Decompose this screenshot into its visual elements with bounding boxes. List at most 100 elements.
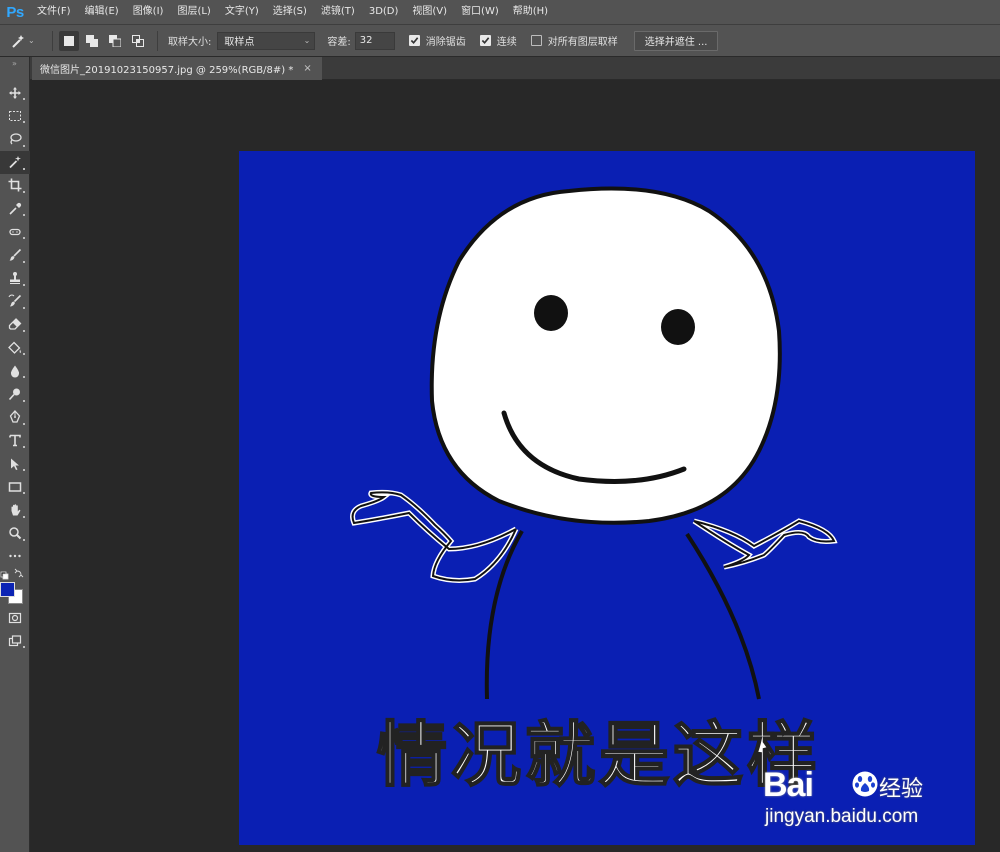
crop-tool-icon [8,178,22,192]
add-selection-icon [86,34,98,47]
subtract-from-selection-button[interactable] [105,31,125,51]
sample-size-value: 取样点 [224,37,255,48]
foreground-color-swatch[interactable] [0,581,15,597]
subtract-selection-icon [109,34,121,47]
document-tab[interactable]: 微信图片_20191023150957.jpg @ 259%(RGB/8#) *… [32,57,322,80]
eraser-tool-icon [8,318,22,331]
menu-image[interactable]: 图像(I) [126,0,171,24]
separator [157,30,158,51]
default-colors-icon[interactable] [0,568,30,580]
blur-tool[interactable] [0,359,30,382]
tool-preset-picker[interactable]: ⌄ [10,33,46,49]
clone-stamp-tool[interactable] [0,267,30,290]
magic-wand-tool-icon [9,156,21,169]
baidu-paw-icon [852,771,878,797]
pen-tool-icon [9,410,21,423]
healing-brush-tool-icon [9,228,21,235]
document-tab-title: 微信图片_20191023150957.jpg @ 259%(RGB/8#) * [40,65,294,76]
dodge-tool[interactable] [0,382,30,405]
menu-window[interactable]: 窗口(W) [454,0,506,24]
contiguous-checkbox[interactable] [479,35,491,46]
add-to-selection-button[interactable] [82,31,102,51]
menu-edit[interactable]: 编辑(E) [78,0,126,24]
move-tool[interactable] [0,81,30,104]
jingyan-text: 经验 [879,777,924,802]
face [429,186,782,525]
lasso-tool[interactable] [0,127,30,150]
menu-bar: Ps 文件(F) 编辑(E) 图像(I) 图层(L) 文字(Y) 选择(S) 滤… [0,0,1000,24]
quick-mask-button[interactable] [0,606,30,629]
blur-tool-icon [10,365,20,378]
intersect-selection-icon [132,34,144,47]
crop-tool[interactable] [0,174,30,197]
document-tab-bar: 微信图片_20191023150957.jpg @ 259%(RGB/8#) *… [30,57,1000,80]
left-body-line [484,529,524,700]
magic-wand-tool[interactable] [0,150,30,174]
right-eye [661,309,695,345]
sample-all-layers-label: 对所有图层取样 [547,37,618,48]
rectangle-tool[interactable] [0,475,30,498]
tolerance-input[interactable]: 32 [354,31,395,50]
path-selection-tool[interactable] [0,452,30,475]
eyedropper-tool[interactable] [0,197,30,220]
magic-wand-icon [12,34,24,48]
marquee-tool[interactable] [0,104,30,127]
select-and-mask-button[interactable]: 选择并遮住 ... [633,30,719,51]
chevron-down-icon: ⌄ [303,36,311,45]
antialias-label: 消除锯齿 [425,37,466,48]
chevron-down-icon: ⌄ [28,36,35,45]
menu-view[interactable]: 视图(V) [405,0,454,24]
eraser-tool[interactable] [0,313,30,336]
new-selection-icon [64,35,74,46]
brush-tool[interactable] [0,243,30,266]
document-canvas[interactable]: 情况就是这样 [239,151,975,845]
options-bar: ⌄ 取样大小: 取样点 ⌄ 容差: 32 消除锯齿 连续 对所有图层取样 选择并… [0,24,1000,57]
left-arm-outline [351,491,517,582]
intersect-selection-button[interactable] [128,31,148,51]
close-icon[interactable]: × [303,63,311,74]
sample-size-dropdown[interactable]: 取样点 ⌄ [217,31,316,50]
panel-collapse-icon[interactable]: » [0,57,29,81]
type-tool-icon [9,435,21,447]
history-brush-tool-icon [8,294,22,307]
clone-stamp-tool-icon [10,272,20,285]
menu-type[interactable]: 文字(Y) [218,0,266,24]
baidu-jingyan-watermark: Bai 经验 jingyan.baidu.com [763,766,1000,832]
menu-select[interactable]: 选择(S) [266,0,314,24]
menu-layer[interactable]: 图层(L) [170,0,217,24]
checkmark-icon [410,37,419,44]
lasso-tool-icon [10,133,22,145]
menu-help[interactable]: 帮助(H) [506,0,555,24]
path-selection-tool-icon [11,458,19,470]
contiguous-label: 连续 [496,37,517,48]
type-tool[interactable] [0,429,30,452]
new-selection-button[interactable] [59,30,79,51]
baidu-logo-text: Bai [763,766,814,804]
dodge-tool-icon [8,388,20,401]
tools-panel: » [0,57,30,852]
quick-mask-icon [8,612,22,623]
zoom-tool[interactable] [0,522,30,545]
menu-file[interactable]: 文件(F) [30,0,78,24]
antialias-checkbox[interactable] [408,35,420,46]
more-tools-button[interactable] [0,545,30,568]
menu-3d[interactable]: 3D(D) [362,0,406,24]
more-tools-icon [9,555,21,558]
move-tool-icon [9,86,21,99]
healing-brush-tool[interactable] [0,220,30,243]
paint-bucket-tool[interactable] [0,336,30,359]
menu-filter[interactable]: 滤镜(T) [314,0,362,24]
screen-mode-icon [8,635,22,646]
sample-size-label: 取样大小: [168,37,212,48]
screen-mode-button[interactable] [0,629,30,652]
brush-tool-icon [9,248,22,261]
sample-all-layers-checkbox[interactable] [530,35,542,46]
color-swatches [0,568,30,604]
history-brush-tool[interactable] [0,290,30,313]
separator [52,30,53,51]
pen-tool[interactable] [0,406,30,429]
hand-tool[interactable] [0,498,30,521]
watermark-url: jingyan.baidu.com [765,806,919,827]
eyedropper-tool-icon [9,202,22,215]
photoshop-logo: Ps [6,3,24,21]
